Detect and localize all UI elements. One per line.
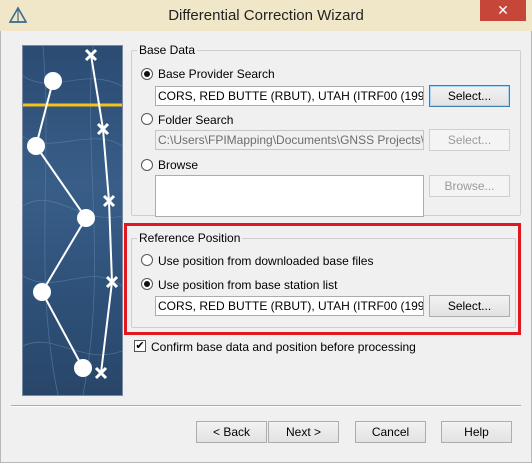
title-bar: Differential Correction Wizard ✕ [0, 0, 532, 32]
browse-button[interactable]: Browse... [429, 175, 510, 197]
confirm-checkbox[interactable]: ✔ [134, 340, 146, 352]
base-provider-search-label: Base Provider Search [158, 67, 275, 81]
window-title: Differential Correction Wizard [168, 7, 364, 24]
help-button[interactable]: Help [441, 421, 512, 443]
folder-search-field[interactable]: C:\Users\FPIMapping\Documents\GNSS Proje… [155, 130, 424, 150]
browse-label: Browse [158, 158, 199, 172]
browse-field[interactable] [155, 175, 424, 217]
highlight-annotation [124, 223, 521, 335]
wizard-window: Base Data Base Provider Search CORS, RED… [0, 31, 532, 463]
close-icon: ✕ [497, 2, 509, 18]
base-provider-field[interactable]: CORS, RED BUTTE (RBUT), UTAH (ITRF00 (19… [155, 86, 424, 106]
base-provider-select-button[interactable]: Select... [429, 85, 510, 107]
footer-separator [11, 405, 521, 407]
confirm-label: Confirm base data and position before pr… [151, 340, 416, 354]
base-data-label: Base Data [137, 43, 198, 57]
base-provider-search-radio[interactable] [141, 68, 153, 80]
cancel-button[interactable]: Cancel [355, 421, 426, 443]
browse-radio[interactable] [141, 159, 153, 171]
wizard-side-image [22, 45, 123, 396]
folder-select-button[interactable]: Select... [429, 129, 510, 151]
close-button[interactable]: ✕ [480, 0, 526, 21]
folder-search-radio[interactable] [141, 113, 153, 125]
checkmark-icon: ✔ [135, 340, 145, 352]
next-button[interactable]: Next > [268, 421, 339, 443]
folder-search-label: Folder Search [158, 113, 234, 127]
back-button[interactable]: < Back [196, 421, 267, 443]
